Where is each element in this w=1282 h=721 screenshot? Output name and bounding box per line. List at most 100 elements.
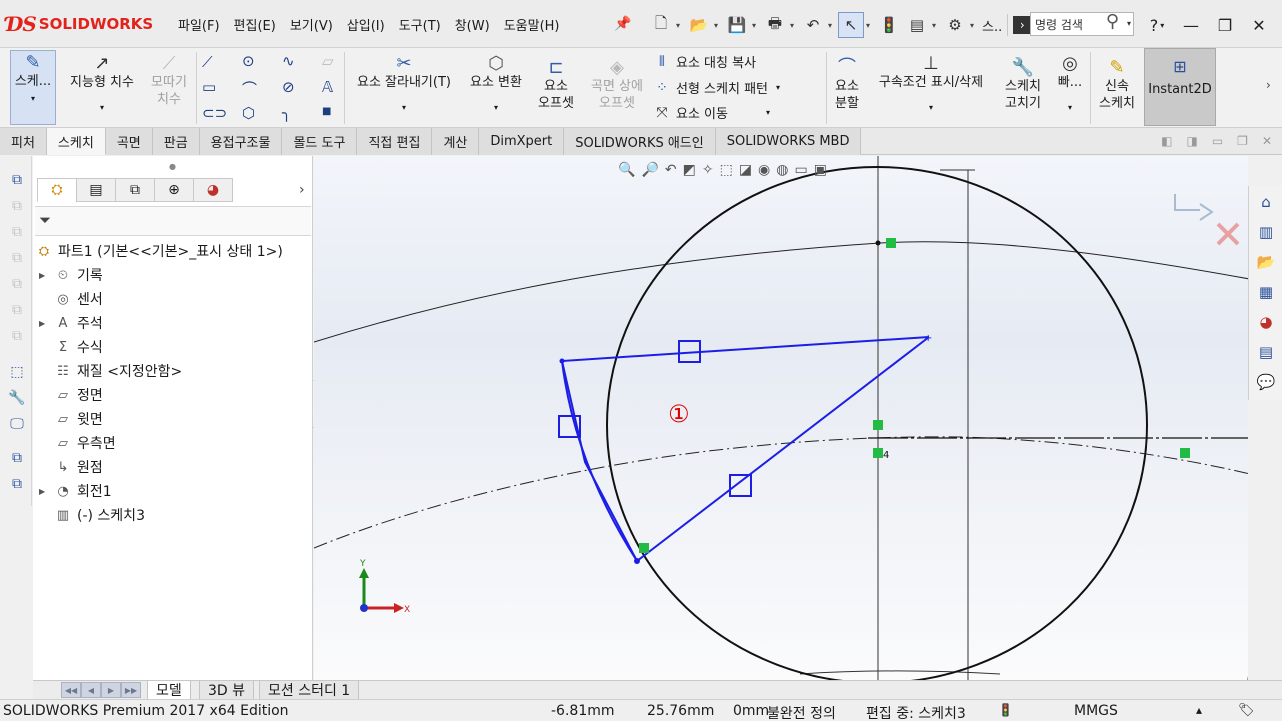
search-icon[interactable]: ⚲ [1106,13,1119,32]
tree-item[interactable]: ☷ 재질 <지정안함> [39,360,182,382]
expand-arrow-icon[interactable]: ▶ [39,271,49,280]
forum-icon[interactable]: 💬 [1254,370,1278,394]
feature-tree-tab[interactable]: ⛭ [37,178,77,202]
split-entities-button[interactable]: ⌒ 요소 분할 [828,56,866,112]
tab-motion-study[interactable]: 모션 스터디 1 [259,681,360,700]
tag-icon[interactable]: 🏷 [1238,703,1255,718]
command-search-box[interactable]: 명령 검색 ⚲ ▾ [1030,12,1134,36]
graphics-area[interactable]: + 4 Y X [314,156,1248,680]
relation-marker[interactable] [1180,448,1190,458]
status-sketch-state[interactable]: 불완전 정의 [767,703,836,721]
file-explorer-icon[interactable]: 📂 [1254,250,1278,274]
line-icon[interactable]: ⟋ [202,53,213,71]
quick-snaps-button[interactable]: ◎ 빠... ▾ [1052,52,1088,116]
slot-icon[interactable]: ⊂⊃ [202,104,227,122]
tab-3d-view[interactable]: 3D 뷰 [199,681,255,700]
expand-arrow-icon[interactable]: ▶ [39,319,49,328]
sketch-button[interactable]: ✎ 스케... ▾ [10,50,56,125]
new-document-icon[interactable]: 🗋 [648,12,674,38]
chevron-up-icon[interactable]: ▴ [1196,703,1202,717]
tree-item[interactable]: Σ 수식 [39,336,103,358]
sketch-point[interactable] [559,358,565,364]
pin-icon[interactable]: 📌 [614,16,631,32]
status-units[interactable]: MMGS [1074,703,1118,719]
menu-window[interactable]: 창(W) [455,15,490,34]
tree-item[interactable]: ▱ 윗면 [39,408,103,430]
custom-properties-icon[interactable]: ▤ [1254,340,1278,364]
dimxpert-manager-tab[interactable]: ⊕ [154,178,194,202]
dimetric-view-icon[interactable]: ⧉ [7,302,27,322]
spline-icon[interactable]: ∿ [282,52,295,70]
mirror-entities-button[interactable]: ⫴ 요소 대칭 복사 [652,52,756,72]
move-entities-button[interactable]: ⤧ 요소 이동 ▾ [652,103,770,123]
repair-icon[interactable]: 🔧 [7,390,27,410]
select-arrow-icon[interactable]: ↖ [838,12,864,38]
relation-marker[interactable] [639,543,649,553]
tile-left-icon[interactable]: ◧ [1161,134,1172,148]
menu-view[interactable]: 보기(V) [290,15,333,34]
expand-arrow-icon[interactable]: ▶ [39,487,49,496]
chamfer-dimension-button[interactable]: ⟋ 모따기 치수 [146,52,192,108]
tree-item[interactable]: ▥ (-) 스케치3 [39,504,145,526]
blue-sketch-arc[interactable] [561,360,638,562]
appearances-icon[interactable]: ◕ [1254,310,1278,334]
configuration-manager-tab[interactable]: ⧉ [115,178,155,202]
circle-icon[interactable]: ⊙ [242,52,255,70]
hide-show-icon[interactable]: ◉ [758,162,770,178]
tree-item[interactable]: ▶ ◔ 회전1 [39,480,112,502]
relation-handle-square[interactable] [729,474,752,497]
zoom-to-area-icon[interactable]: 🔎 [641,162,658,178]
front-view-icon[interactable]: ⧉ [7,198,27,218]
last-tab-icon[interactable]: ▶▶ [121,682,141,698]
fillet-icon[interactable]: ╮ [282,104,291,122]
tree-item[interactable]: ▶ A 주석 [39,312,103,334]
tab-mold-tools[interactable]: 몰드 도구 [282,128,358,155]
design-library-icon[interactable]: ▥ [1254,220,1278,244]
trimetric-view-icon[interactable]: ⧉ [7,328,27,348]
sketch-endpoint-plus[interactable]: + [924,333,932,344]
tab-dimxpert[interactable]: DimXpert [479,128,565,155]
tree-filter[interactable]: ⏷ [35,206,311,236]
repair-sketch-button[interactable]: 🔧 스케치 고치기 [998,56,1048,112]
text-icon[interactable]: 𝔸 [322,78,333,96]
section-view-icon[interactable]: ◩ [683,162,696,178]
tab-features[interactable]: 피처 [0,128,47,155]
display-manager-tab[interactable]: ◕ [193,178,233,202]
tab-addins[interactable]: SOLIDWORKS 애드인 [564,128,716,155]
select-icon[interactable]: ⬚ [7,364,27,384]
trim-entities-button[interactable]: ✂ 요소 잘라내기(T) ▾ [350,52,458,116]
overflow-dots-icon[interactable]: 스.. [982,16,1002,35]
apply-scene-icon[interactable]: ▭ [794,162,807,178]
chevron-right-icon[interactable]: › [1266,78,1271,92]
chevron-down-icon[interactable]: ▾ [866,21,874,30]
rapid-sketch-button[interactable]: ✎ 신속 스케치 [1094,56,1140,112]
offset-on-surface-button[interactable]: ◈ 곡면 상에 오프셋 [584,56,650,112]
exit-sketch-icon[interactable] [1174,194,1200,211]
close-doc-icon[interactable]: ✕ [1262,134,1272,148]
tab-mbd[interactable]: SOLIDWORKS MBD [715,128,862,155]
relation-marker[interactable] [873,448,883,458]
relation-marker[interactable] [886,238,896,248]
display-delete-relations-button[interactable]: ⊥ 구속조건 표시/삭제 ▾ [868,52,994,116]
copy-icon[interactable]: ⧉ [7,450,27,470]
zoom-to-fit-icon[interactable]: 🔍 [618,162,635,178]
chevron-down-icon[interactable]: ▾ [714,21,722,30]
view-selector-icon[interactable]: ⧉ [7,172,27,192]
display-style-icon[interactable]: ◪ [739,162,752,178]
offset-entities-button[interactable]: ⊏ 요소 오프셋 [530,56,582,112]
ellipse-icon[interactable]: ⊘ [282,78,295,96]
print-icon[interactable]: 🖶 [762,12,788,38]
save-icon[interactable]: 💾 [724,12,750,38]
linear-pattern-button[interactable]: ⁘ 선형 스케치 패턴 ▾ [652,78,780,98]
help-icon[interactable]: ? ▾ [1140,12,1174,38]
tree-root-part[interactable]: ⛭ 파트1 (기본<<기본>_표시 상태 1>) [35,240,283,262]
point-icon[interactable]: ■ [322,106,331,117]
tab-evaluate[interactable]: 계산 [432,128,480,155]
instant2d-button[interactable]: ⊞ Instant2D [1144,48,1216,126]
smart-dimension-button[interactable]: ↗ 지능형 치수 ▾ [62,52,142,116]
file-properties-icon[interactable]: ▤ [904,12,930,38]
tab-direct-editing[interactable]: 직접 편집 [357,128,433,155]
tile-right-icon[interactable]: ◨ [1186,134,1197,148]
options-gear-icon[interactable]: ⚙ [942,12,968,38]
convert-entities-button[interactable]: ⬡ 요소 변환 ▾ [460,52,532,116]
